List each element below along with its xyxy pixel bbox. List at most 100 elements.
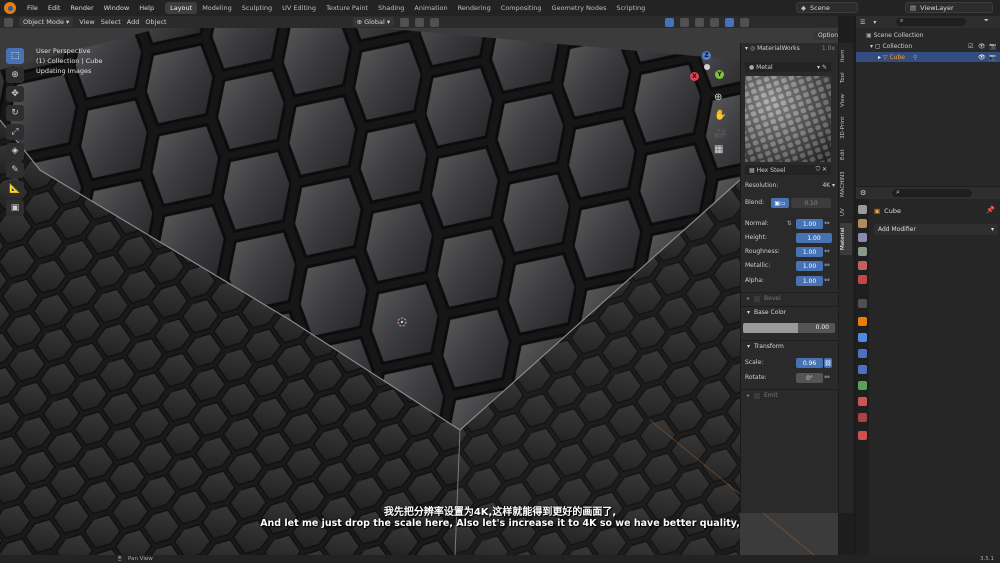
menu-view[interactable]: View [79,18,94,26]
cursor-tool-icon[interactable]: ⊕ [6,67,24,83]
modifier-tab-icon[interactable] [858,333,867,342]
menu-add[interactable]: Add [127,18,140,26]
camera-icon[interactable]: 🎥 [714,128,726,139]
base-color-slider[interactable]: 0.00 [743,323,835,333]
materialworks-header[interactable]: ▾ ◎ MaterialWorks 1.0x [745,45,835,52]
alpha-link-icon[interactable]: ⇔ [824,276,830,284]
view-layer-tab-icon[interactable] [858,247,867,256]
material-selector[interactable]: ● Metal ▾ ✎ [745,62,831,72]
tab-view[interactable]: View [840,91,852,109]
data-tab-icon[interactable] [858,397,867,406]
scale-value-field[interactable]: 0.96 [796,358,823,368]
properties-editor-icon[interactable]: ⚙ [860,189,866,197]
render-tab-icon[interactable] [858,219,867,228]
alpha-value-field[interactable]: 1.00 [796,276,823,286]
tool-tab-icon[interactable] [858,205,867,214]
outliner-row-scene-collection[interactable]: ▣ Scene Collection [856,30,1000,40]
scale-tool-icon[interactable]: ⤢ [6,124,24,140]
tab-modeling[interactable]: Modeling [197,2,237,14]
normal-link-icon[interactable]: ⇔ [824,219,830,227]
menu-window[interactable]: Window [99,4,135,12]
collection-visibility-icon[interactable]: 👁 [978,43,986,50]
tab-sculpting[interactable]: Sculpting [237,2,277,14]
particles-tab-icon[interactable] [858,349,867,358]
menu-object[interactable]: Object [145,18,166,26]
pan-hand-icon[interactable]: ✋ [714,110,726,121]
blend-value-field[interactable]: 0.10 [791,198,831,208]
add-cube-tool-icon[interactable]: ▣ [6,200,24,216]
blender-logo-icon[interactable] [4,2,16,14]
tab-3d-print[interactable]: 3D-Print [840,113,852,143]
tab-uv[interactable]: UV [840,205,852,219]
view-layer-selector[interactable]: ▤ ViewLayer [905,2,993,13]
outliner-editor-icon[interactable]: ☰ [860,19,865,26]
roughness-link-icon[interactable]: ⇔ [824,247,830,255]
rotate-link-icon[interactable]: ⇔ [824,373,830,381]
properties-search-input[interactable] [892,189,972,197]
constraints-tab-icon[interactable] [858,381,867,390]
scale-link-icon[interactable]: ⛓ [824,358,832,368]
grid-view-icon[interactable]: ▦ [714,144,723,155]
tab-texture-paint[interactable]: Texture Paint [321,2,373,14]
collection-camera-icon[interactable]: 📷 [989,43,996,50]
metallic-link-icon[interactable]: ⇔ [824,261,830,269]
roughness-value-field[interactable]: 1.00 [796,247,823,257]
outliner-search-input[interactable] [896,18,966,26]
scene-tab-icon[interactable] [858,261,867,270]
preset-selector[interactable]: ▦ Hex Steel ⛉ ✕ [745,165,831,175]
tab-machin3[interactable]: MACHIN3 [840,167,852,201]
menu-edit[interactable]: Edit [43,4,66,12]
overlay-icon[interactable] [680,17,690,27]
bevel-checkbox[interactable] [754,295,761,302]
editor-type-icon[interactable] [4,17,13,27]
collection-checkbox[interactable]: ☑ [968,43,973,50]
tab-scripting[interactable]: Scripting [611,2,650,14]
snap-icon[interactable] [415,17,425,27]
tab-uv-editing[interactable]: UV Editing [277,2,321,14]
tab-animation[interactable]: Animation [409,2,452,14]
outliner-filter-funnel-icon[interactable]: ⏷ [984,17,989,25]
transform-orientation[interactable]: ⊕ Global ▾ [352,17,395,27]
gizmo-y-axis[interactable]: Y [715,70,724,79]
menu-render[interactable]: Render [65,4,98,12]
outliner-row-cube[interactable]: ▸ ▽ Cube ⚲ 👁 📷 [856,52,1000,62]
zoom-icon[interactable]: ⊕ [714,92,722,103]
gizmo-toggle-icon[interactable] [665,17,675,27]
emit-checkbox[interactable] [754,392,761,399]
pin-icon[interactable]: 📌 [986,206,995,214]
shading-rendered-icon[interactable] [740,17,750,27]
tab-shading[interactable]: Shading [373,2,409,14]
metallic-value-field[interactable]: 1.00 [796,261,823,271]
navigation-gizmo[interactable]: Z X Y [688,48,728,88]
object-tab-icon[interactable] [858,317,867,326]
texture-tab-icon[interactable] [858,431,867,440]
add-modifier-dropdown[interactable]: Add Modifier ▾ [874,224,998,235]
normal-invert-icon[interactable]: ⇅ [787,220,792,227]
tab-rendering[interactable]: Rendering [453,2,496,14]
normal-value-field[interactable]: 1.00 [796,219,823,229]
rotate-tool-icon[interactable]: ↻ [6,105,24,121]
tab-geometry-nodes[interactable]: Geometry Nodes [547,2,612,14]
blend-mode-toggle[interactable]: ▣▭ [771,198,789,208]
tab-item[interactable]: Item [840,47,852,65]
rotate-value-field[interactable]: 0° [796,373,823,383]
shading-solid-icon[interactable] [710,17,720,27]
world-tab-icon[interactable] [858,275,867,284]
collection-tab-icon[interactable] [858,299,867,308]
base-color-section[interactable]: ▾ Base Color [741,306,839,318]
outliner-filter-icon[interactable]: ▾ [873,19,876,26]
outliner-row-collection[interactable]: ▾ ▢ Collection ☑ 👁 📷 [856,41,1000,51]
move-tool-icon[interactable]: ✥ [6,86,24,102]
menu-file[interactable]: File [22,4,43,12]
tab-layout[interactable]: Layout [165,2,198,14]
tab-edit[interactable]: Edit [840,147,852,163]
cube-visibility-icon[interactable]: 👁 [978,54,986,61]
material-preview-thumbnail[interactable] [745,76,831,162]
bevel-section[interactable]: ▸ Bevel [741,292,839,304]
cube-camera-icon[interactable]: 📷 [989,54,996,61]
material-tab-icon[interactable] [858,413,867,422]
gizmo-z-axis[interactable]: Z [702,51,711,60]
menu-select[interactable]: Select [101,18,121,26]
physics-tab-icon[interactable] [858,365,867,374]
menu-help[interactable]: Help [134,4,159,12]
